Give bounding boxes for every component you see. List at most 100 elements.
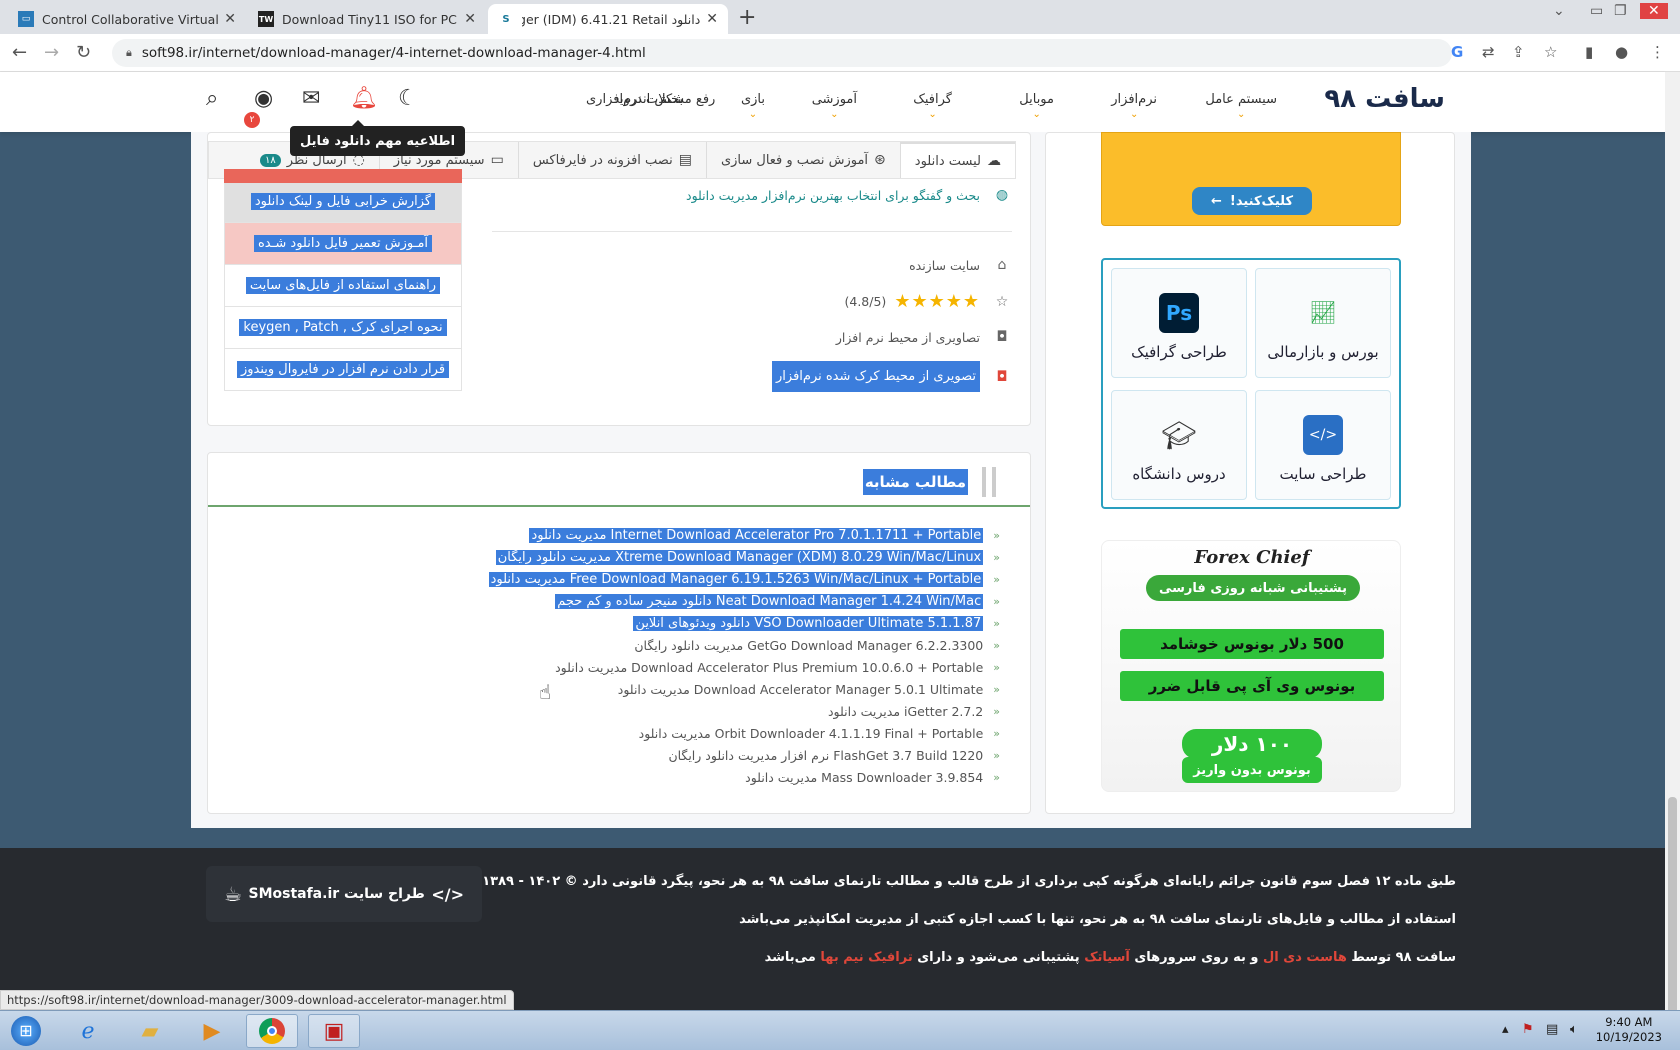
- page-scrollbar[interactable]: [1665, 72, 1680, 1050]
- related-item[interactable]: «Download Accelerator Manager 5.0.1 Ulti…: [618, 682, 1000, 697]
- menu-mobile[interactable]: موبایل ⌄: [1019, 92, 1054, 120]
- taskbar-clock[interactable]: 9:40 AM 10/19/2023: [1596, 1015, 1662, 1045]
- menu-os[interactable]: سیستم عامل ⌄: [1205, 92, 1277, 120]
- site-header: سافت ۹۸ سیستم عامل ⌄ نرم‌افزار ⌄ موبایل ⌄ گ…: [0, 72, 1665, 132]
- tab-firefox-addon[interactable]: ▤ نصب افزونه در فایرفاکس: [517, 142, 706, 178]
- firewall-guide-link[interactable]: قرار دادن نرم افزار در فایروال ویندوز: [224, 349, 462, 391]
- related-item[interactable]: «Internet Download Accelerator Pro 7.0.1…: [529, 528, 1000, 543]
- search-icon[interactable]: ⌕: [206, 86, 218, 111]
- new-tab-button[interactable]: +: [738, 5, 756, 30]
- tab-search-chevron-icon[interactable]: ⌄: [1553, 3, 1565, 19]
- reload-icon[interactable]: ↻: [76, 42, 91, 63]
- close-icon[interactable]: ✕: [224, 11, 236, 27]
- google-icon[interactable]: G: [1451, 43, 1463, 61]
- url-input[interactable]: 🔒︎ soft98.ir/internet/download-manager/4…: [112, 39, 1452, 67]
- code-monitor-icon: </>: [1303, 415, 1343, 455]
- ad-line: ۱۰۰ دلار: [1182, 729, 1322, 759]
- restore-button[interactable]: ❐: [1614, 3, 1627, 19]
- toolbox-app-icon[interactable]: ▣: [308, 1014, 360, 1048]
- section-bars-icon: [982, 467, 996, 497]
- related-item[interactable]: «Download Accelerator Plus Premium 10.0.…: [555, 660, 1000, 675]
- menu-graphic[interactable]: گرافیک ⌄: [913, 92, 952, 120]
- footer-copyright: طبق ماده ۱۲ فصل سوم قانون جرائم رایانه‌ا…: [482, 874, 1456, 889]
- hand-cursor-icon: ☝: [539, 680, 552, 704]
- category-web-design[interactable]: </> طراحی سایت: [1255, 390, 1391, 500]
- close-icon[interactable]: ✕: [464, 11, 476, 27]
- media-player-icon[interactable]: ▶: [186, 1014, 238, 1048]
- window-close-button[interactable]: ✕: [1640, 3, 1668, 19]
- chat-icon: ◍: [995, 187, 1009, 203]
- related-item[interactable]: «Free Download Manager 6.19.1.5263 Win/M…: [488, 572, 1000, 587]
- photoshop-icon: Ps: [1159, 293, 1199, 333]
- asiatech-link[interactable]: آسیاتک: [1084, 950, 1130, 965]
- related-item[interactable]: «iGetter 2.7.2 مدیریت دانلود: [828, 704, 1000, 719]
- tab-download-list[interactable]: ☁ لیست دانلود: [899, 142, 1015, 178]
- related-item[interactable]: «VSO Downloader Ultimate 5.1.1.87 دانلود…: [633, 616, 1000, 631]
- menu-troubleshoot[interactable]: رفع مشکلات نرم‌افزاری: [586, 92, 715, 107]
- cracked-screenshot-link[interactable]: ◘ تصویری از محیط کرک شده نرم‌افزار: [772, 361, 1010, 392]
- menu-games[interactable]: بازی ⌄: [741, 92, 765, 120]
- menu-software[interactable]: نرم‌افزار ⌄: [1111, 92, 1157, 120]
- status-bar-url: https://soft98.ir/internet/download-mana…: [0, 990, 514, 1010]
- tray-expand-icon[interactable]: ▴: [1502, 1022, 1509, 1037]
- share-icon[interactable]: ⇪: [1512, 43, 1525, 61]
- browser-tab-3-active[interactable]: S دانلود Manager (IDM) 6.41.21 Retail ✕: [488, 4, 728, 34]
- category-university[interactable]: 🎓︎ دروس دانشگاه: [1111, 390, 1247, 500]
- browser-tab-2[interactable]: TW Download Tiny11 ISO for PC [Lig ✕: [248, 4, 486, 34]
- usage-guide-link[interactable]: راهنمای استفاده از فایل‌های سایت: [224, 265, 462, 307]
- browser-tab-1[interactable]: ▭ Control Collaborative Virtual Ma ✕: [8, 4, 246, 34]
- dark-mode-moon-icon[interactable]: ☾: [398, 86, 418, 111]
- bookmark-star-icon[interactable]: ☆: [1544, 43, 1557, 61]
- maker-site-link[interactable]: ⌂ سایت سازنده: [909, 257, 1010, 273]
- menu-icon[interactable]: ⋮: [1650, 43, 1665, 61]
- notification-tooltip: اطلاعیه مهم دانلود فایل: [290, 120, 466, 156]
- related-item[interactable]: «Xtreme Download Manager (XDM) 8.0.29 Wi…: [495, 550, 1000, 565]
- red-strip: [224, 169, 462, 183]
- forex-ad-banner[interactable]: Forex Chief پشتیبانی شبانه روزی فارسی 50…: [1101, 540, 1401, 792]
- footer-hosting-note: سافت ۹۸ توسط هاست دی ال و به روی سرورهای…: [764, 950, 1456, 965]
- crack-guide-link[interactable]: نحوه اجرای کرک , keygen , Patch: [224, 307, 462, 349]
- site-logo[interactable]: سافت ۹۸: [1324, 84, 1445, 114]
- category-stock-market[interactable]: 📈︎ بورس و بازارمالی: [1255, 268, 1391, 378]
- tray-volume-muted-icon[interactable]: 🔈︎: [1570, 1022, 1578, 1037]
- category-graphic-design[interactable]: Ps طراحی گرافیک: [1111, 268, 1247, 378]
- forward-icon[interactable]: →: [44, 42, 59, 63]
- mail-icon[interactable]: ✉: [302, 86, 320, 111]
- start-button-icon[interactable]: ⊞: [0, 1014, 52, 1048]
- tray-flag-icon[interactable]: ⚑: [1522, 1022, 1534, 1037]
- s-icon: S: [502, 13, 510, 25]
- discussion-link[interactable]: ◍ بحث و گفتگو برای انتخاب بهترین نرم‌افزا…: [686, 187, 1010, 203]
- related-item[interactable]: «Orbit Downloader 4.1.1.19 Final + Porta…: [639, 726, 1000, 741]
- internet-explorer-icon[interactable]: ℯ: [62, 1014, 114, 1048]
- chrome-icon[interactable]: [246, 1014, 298, 1048]
- side-panel-icon[interactable]: ▮: [1585, 43, 1593, 61]
- file-explorer-icon[interactable]: ▰: [124, 1014, 176, 1048]
- notification-bell-icon[interactable]: 🔔︎: [350, 86, 378, 111]
- related-item[interactable]: «FlashGet 3.7 Build 1220 نرم افزار مدیری…: [668, 748, 1000, 763]
- download-info-card: ☁ لیست دانلود ⊛ آموزش نصب و فعال سازی ▤ نصب…: [207, 132, 1031, 426]
- related-item[interactable]: «Neat Download Manager 1.4.24 Win/Mac دا…: [555, 594, 1000, 609]
- close-icon[interactable]: ✕: [706, 11, 718, 27]
- related-item[interactable]: «Mass Downloader 3.9.854 مدیریت دانلود: [745, 770, 1000, 785]
- screenshots-link[interactable]: ◘ تصاویری از محیط نرم افزار: [836, 329, 1010, 345]
- rating-stars[interactable]: ★★★★★: [894, 291, 980, 312]
- ad-brand: Forex Chief: [1194, 547, 1310, 568]
- related-item[interactable]: «GetGo Download Manager 6.2.2.3300 مدیری…: [634, 638, 1000, 653]
- designer-credit[interactable]: ☕︎ طراح سایت SMostafa.ir </>: [206, 866, 482, 922]
- profile-icon[interactable]: ●: [1615, 43, 1628, 61]
- user-account-icon[interactable]: ◉: [254, 86, 273, 111]
- document-icon: ▤: [678, 152, 692, 168]
- tray-network-icon[interactable]: ▤: [1546, 1022, 1558, 1037]
- ad-line: 500 دلار بونوس خوشامد: [1120, 629, 1384, 659]
- translate-icon[interactable]: ⇄: [1482, 43, 1495, 61]
- click-here-button[interactable]: کلیک‌کنید! ←: [1192, 187, 1312, 215]
- repair-file-link[interactable]: آمـوزش تعمیر فایل دانلود شـده: [224, 223, 462, 265]
- back-icon[interactable]: ←: [12, 42, 27, 63]
- tab-install-guide[interactable]: ⊛ آموزش نصب و فعال سازی: [705, 142, 900, 178]
- half-price-traffic-link[interactable]: ترافیک نیم بها: [820, 950, 912, 965]
- host-dl-link[interactable]: هاست دی ال: [1263, 950, 1347, 965]
- report-broken-link[interactable]: گزارش خرابی فایل و لینک دانلود: [224, 181, 462, 223]
- yellow-promo-box[interactable]: کلیک‌کنید! ←: [1101, 132, 1401, 226]
- minimize-button[interactable]: ▭: [1590, 3, 1603, 19]
- menu-education[interactable]: آموزشی ⌄: [812, 92, 857, 120]
